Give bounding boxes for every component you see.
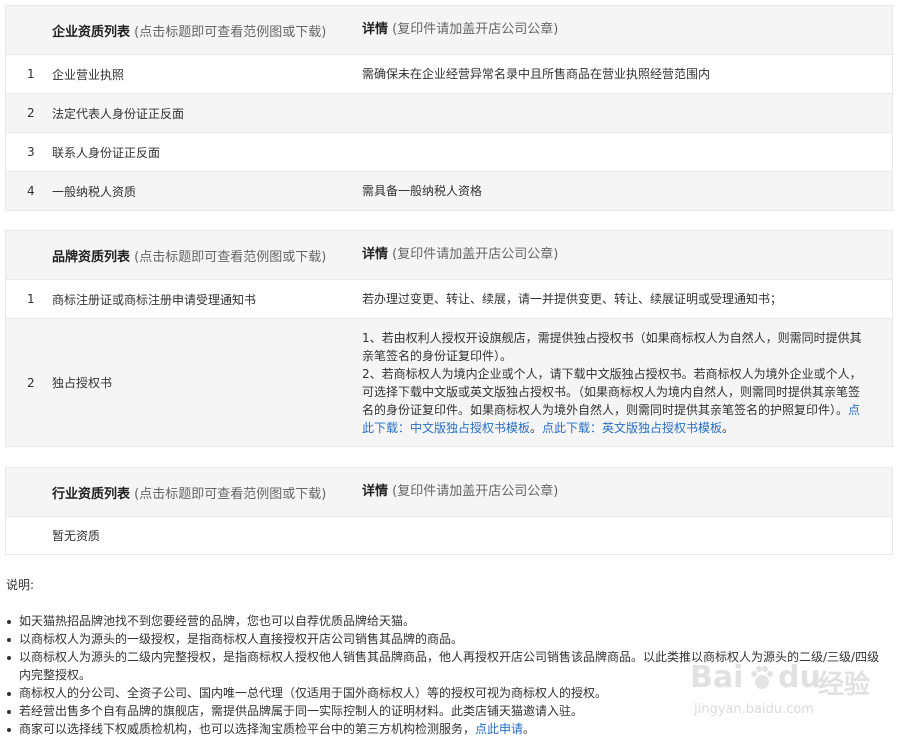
qualification-name-legal-rep-id[interactable]: 法定代表人身份证正反面 [52,105,362,122]
title-note: (点击标题即可查看范例图或下载) [134,486,327,502]
list-item: 以商标权人为源头的一级授权，是指商标权人直接授权开店公司销售其品牌的商品。 [6,630,891,648]
detail-line-1: 1、若由权利人授权开设旗舰店，需提供独占授权书（如果商标权人为自然人，则需同时提… [362,330,862,363]
qualification-detail: 1、若由权利人授权开设旗舰店，需提供独占授权书（如果商标权人为自然人，则需同时提… [362,329,892,437]
enterprise-qualification-table: 企业资质列表 (点击标题即可查看范例图或下载) 详情 (复印件请加盖开店公司公章… [5,5,893,211]
table-row: 1 企业营业执照 需确保未在企业经营异常名录中且所售商品在营业执照经营范围内 [6,54,892,93]
detail-title: 详情 [362,247,389,262]
table-header: 品牌资质列表 (点击标题即可查看范例图或下载) 详情 (复印件请加盖开店公司公章… [6,231,892,279]
detail-note: (复印件请加盖开店公司公章) [392,484,559,499]
detail-line-2: 2、若商标权人为境内企业或个人，请下载中文版独占授权书。若商标权人为境外企业或个… [362,366,862,435]
no-qualification-text: 暂无资质 [52,529,101,543]
row-number: 1 [27,67,35,81]
row-number: 2 [27,106,35,120]
row-number: 3 [27,145,35,159]
qualification-name-trademark[interactable]: 商标注册证或商标注册申请受理通知书 [52,291,362,308]
table-header: 企业资质列表 (点击标题即可查看范例图或下载) 详情 (复印件请加盖开店公司公章… [6,6,892,54]
row-number: 2 [27,375,35,390]
qualification-name-taxpayer[interactable]: 一般纳税人资质 [52,183,362,200]
watermark-brand: Bai [690,660,744,695]
detail-note: (复印件请加盖开店公司公章) [392,247,559,262]
detail-title: 详情 [362,484,389,499]
watermark-cn: 经验 [818,670,871,700]
download-en-template-link[interactable]: 点此下载：英文版独占授权书模板 [542,421,722,435]
table-row: 2 独占授权书 1、若由权利人授权开设旗舰店，需提供独占授权书（如果商标权人为自… [6,318,892,446]
table-header: 行业资质列表 (点击标题即可查看范例图或下载) 详情 (复印件请加盖开店公司公章… [6,468,892,516]
title-note: (点击标题即可查看范例图或下载) [134,24,327,40]
list-item: 如天猫热招品牌池找不到您要经营的品牌，您也可以自荐优质品牌给天猫。 [6,612,891,630]
enterprise-list-title: 企业资质列表 [52,24,131,40]
table-row: 3 联系人身份证正反面 [6,132,892,171]
brand-list-title: 品牌资质列表 [52,249,131,265]
qualification-detail: 若办理过变更、转让、续展，请一并提供变更、转让、续展证明或受理通知书； [362,292,783,306]
qualification-name-contact-id[interactable]: 联系人身份证正反面 [52,144,362,161]
detail-note: (复印件请加盖开店公司公章) [392,22,559,37]
row-number: 4 [27,184,35,198]
qualification-detail: 需具备一般纳税人资格 [362,184,483,198]
table-row: 2 法定代表人身份证正反面 [6,93,892,132]
table-row: 1 商标注册证或商标注册申请受理通知书 若办理过变更、转让、续展，请一并提供变更… [6,279,892,318]
qualification-name-exclusive-authorization[interactable]: 独占授权书 [52,374,362,391]
qualification-name-business-license[interactable]: 企业营业执照 [52,66,362,83]
table-row: 暂无资质 [6,516,892,554]
paw-icon [751,666,773,689]
page: 企业资质列表 (点击标题即可查看范例图或下载) 详情 (复印件请加盖开店公司公章… [0,0,899,753]
table-row: 4 一般纳税人资质 需具备一般纳税人资格 [6,171,892,210]
baidu-jingyan-watermark: Bai du 经验 jingyan.baidu.com [690,660,890,740]
row-number: 1 [27,292,35,306]
brand-qualification-table: 品牌资质列表 (点击标题即可查看范例图或下载) 详情 (复印件请加盖开店公司公章… [5,230,893,447]
notes-title: 说明: [6,578,35,592]
title-note: (点击标题即可查看范例图或下载) [134,249,327,265]
watermark-url: jingyan.baidu.com [694,702,814,717]
apply-link[interactable]: 点此申请 [475,722,523,736]
qualification-detail: 需确保未在企业经营异常名录中且所售商品在营业执照经营范围内 [362,67,711,81]
industry-list-title: 行业资质列表 [52,486,131,502]
detail-title: 详情 [362,22,389,37]
industry-qualification-table: 行业资质列表 (点击标题即可查看范例图或下载) 详情 (复印件请加盖开店公司公章… [5,467,893,555]
watermark-brand-2: du [778,660,821,695]
